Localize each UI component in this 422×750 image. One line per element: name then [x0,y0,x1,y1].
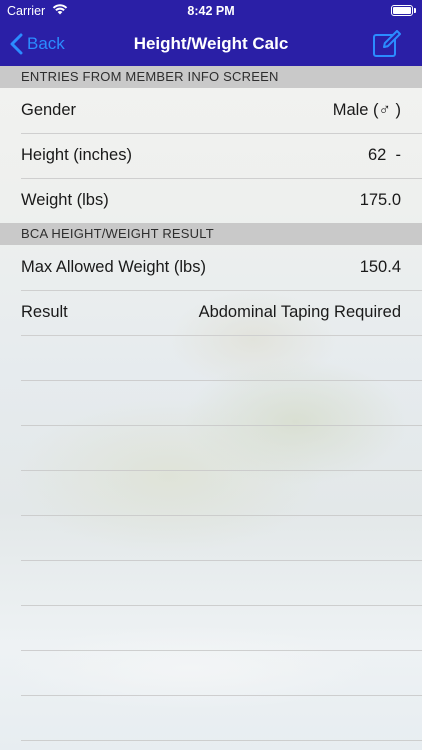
gender-label: Gender [21,101,77,119]
height-label: Height (inches) [21,146,132,164]
empty-row-divider [21,425,422,426]
empty-row-divider [21,560,422,561]
navigation-bar: Back Height/Weight Calc [0,22,422,66]
row-gender[interactable]: Gender Male (♂ ) [0,88,422,133]
empty-row-divider [21,380,422,381]
empty-row-divider [21,740,422,741]
empty-row-divider [21,470,422,471]
empty-row-divider [21,695,422,696]
weight-label: Weight (lbs) [21,191,109,209]
row-weight[interactable]: Weight (lbs) 175.0 [0,178,422,223]
battery-icon [391,5,416,16]
section-header-member-info: ENTRIES FROM MEMBER INFO SCREEN [0,66,422,88]
page-title: Height/Weight Calc [133,34,289,53]
gender-value: Male (♂ ) [332,101,401,119]
height-value: 62 - [367,146,401,164]
max-weight-value: 150.4 [359,258,401,276]
compose-icon[interactable] [372,30,402,58]
empty-row-divider [21,605,422,606]
row-divider [21,335,422,336]
max-weight-label: Max Allowed Weight (lbs) [21,258,206,276]
row-result: Result Abdominal Taping Required [0,290,422,335]
app-screen: Carrier 8:42 PM Back Height/Weight Calc [0,0,422,750]
clock: 8:42 PM [187,4,235,18]
empty-row-divider [21,650,422,651]
status-bar: Carrier 8:42 PM [0,0,422,22]
row-height[interactable]: Height (inches) 62 - [0,133,422,178]
section-header-bca-result: BCA HEIGHT/WEIGHT RESULT [0,223,422,245]
row-max-allowed-weight: Max Allowed Weight (lbs) 150.4 [0,245,422,290]
result-label: Result [21,303,68,321]
result-value: Abdominal Taping Required [198,303,401,321]
empty-row-divider [21,515,422,516]
weight-value: 175.0 [359,191,401,209]
